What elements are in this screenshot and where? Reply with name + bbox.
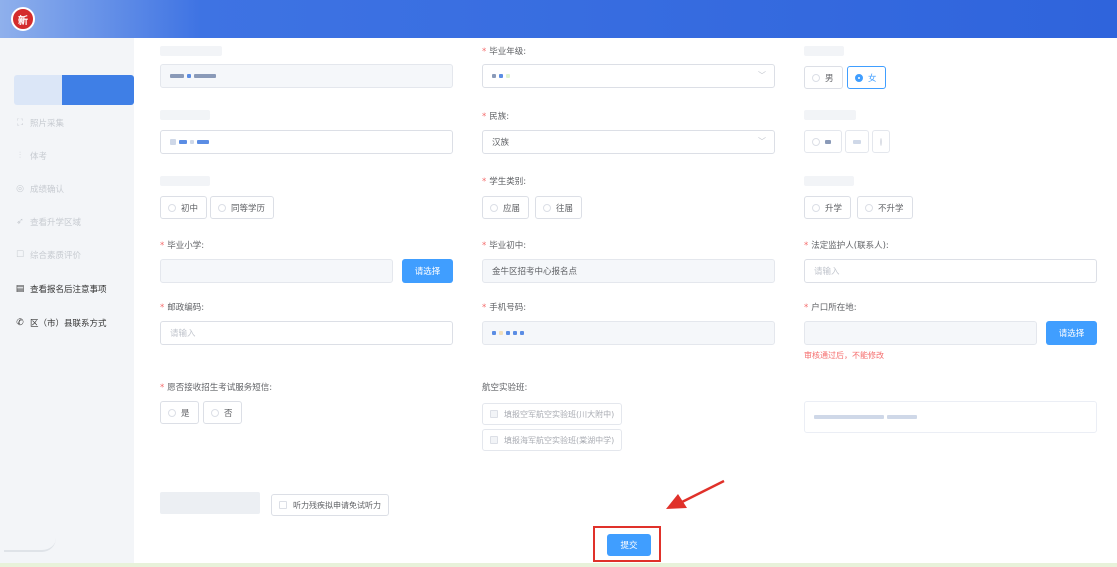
education-junior-radio[interactable]: 初中	[160, 196, 208, 219]
gender-female-radio[interactable]: 女	[847, 66, 886, 89]
postal-code-placeholder: 请输入	[170, 329, 196, 339]
sidebar-item-notice[interactable]: ▤ 查看报名后注意事项	[14, 281, 107, 297]
sidebar-item-label: 查看升学区域	[30, 218, 82, 228]
blurred-label	[160, 110, 210, 120]
document-icon: ▤	[15, 284, 25, 294]
primary-school-label: * 毕业小学:	[160, 241, 205, 251]
guardian-input[interactable]: 请输入	[804, 259, 1097, 283]
phone-label: * 手机号码:	[482, 303, 527, 313]
blurred-label	[804, 110, 856, 120]
blurred-label	[160, 492, 260, 514]
sidebar-item-label: 综合素质评价	[30, 251, 82, 261]
sidebar-scroll-decoration	[4, 538, 56, 552]
primary-school-field	[160, 259, 393, 283]
annotation-arrow	[666, 479, 725, 509]
sidebar-item-region[interactable]: ➶ 查看升学区域	[14, 214, 81, 230]
hearing-exemption-checkbox[interactable]: 听力残疾拟申请免试听力	[271, 494, 389, 516]
aviation-navy-checkbox[interactable]: 填报海军航空实验班(棠湖中学)	[482, 429, 623, 451]
ethnicity-select[interactable]: 汉族 ﹀	[482, 130, 775, 154]
sidebar-item-label: 成绩确认	[30, 185, 65, 195]
hukou-field	[804, 321, 1037, 345]
education-equivalent-radio[interactable]: 同等学历	[210, 196, 275, 219]
sidebar-active-item[interactable]	[14, 75, 134, 105]
hukou-label: * 户口所在地:	[804, 303, 857, 313]
student-type-label: * 学生类别:	[482, 177, 527, 187]
blurred-option[interactable]	[872, 130, 890, 153]
middle-school-value: 金牛区招考中心报名点	[492, 267, 578, 277]
promotion-no-radio[interactable]: 不升学	[857, 196, 913, 219]
id-number-field	[160, 64, 453, 88]
chart-icon: ⫶	[18, 151, 22, 161]
aviation-airforce-checkbox[interactable]: 填报空军航空实验班(川大附中)	[482, 403, 623, 425]
ethnicity-label: * 民族:	[482, 112, 510, 122]
middle-school-label: * 毕业初中:	[482, 241, 527, 251]
submit-button[interactable]: 提交	[607, 534, 651, 556]
postal-code-label: * 邮政编码:	[160, 303, 205, 313]
sidebar-item-label: 区（市）县联系方式	[30, 319, 107, 329]
sidebar-item-evaluation[interactable]: ☐ 综合素质评价	[14, 247, 81, 263]
sidebar-item-photo[interactable]: ⛶ 照片采集	[14, 115, 64, 131]
sms-yes-radio[interactable]: 是	[160, 401, 199, 424]
chevron-down-icon: ﹀	[758, 71, 766, 80]
top-bar: 新	[0, 0, 1117, 38]
sms-no-radio[interactable]: 否	[203, 401, 242, 424]
grade-label: * 毕业年级:	[482, 47, 527, 57]
frame-icon: ⛶	[16, 118, 24, 128]
sidebar-item-label: 照片采集	[30, 119, 65, 129]
hukou-select-button[interactable]: 请选择	[1046, 321, 1097, 345]
blurred-label	[160, 46, 222, 56]
grade-select[interactable]: ﹀	[482, 64, 775, 88]
sidebar-item-score[interactable]: ◎ 成绩确认	[14, 181, 64, 197]
primary-school-select-button[interactable]: 请选择	[402, 259, 453, 283]
square-icon: ☐	[15, 250, 25, 260]
check-circle-icon: ◎	[16, 184, 24, 194]
sidebar-item-contact[interactable]: ✆ 区（市）县联系方式	[14, 315, 107, 331]
logo: 新	[11, 7, 35, 31]
bottom-border	[0, 563, 1117, 567]
blurred-label	[804, 46, 844, 56]
aviation-label: 航空实验班:	[482, 383, 528, 393]
birth-date-picker[interactable]	[160, 130, 453, 154]
phone-field	[482, 321, 775, 345]
blurred-label	[160, 176, 210, 186]
phone-icon: ✆	[16, 318, 24, 328]
sms-label: * 愿否接收招生考试服务短信:	[160, 383, 273, 393]
ethnicity-value: 汉族	[492, 138, 510, 148]
sidebar: ⛶ 照片采集 ⫶ 体考 ◎ 成绩确认 ➶ 查看升学区域 ☐ 综合素质评价 ▤ 查看报名后注意…	[0, 38, 134, 567]
blurred-option[interactable]	[804, 130, 842, 153]
gender-male-radio[interactable]: 男	[804, 66, 843, 89]
chevron-down-icon: ﹀	[758, 137, 766, 146]
send-icon: ➶	[16, 217, 24, 227]
sidebar-item-label: 体考	[30, 152, 48, 162]
sidebar-item-label: 查看报名后注意事项	[30, 285, 107, 295]
blurred-field[interactable]	[804, 401, 1097, 433]
sidebar-item-pe[interactable]: ⫶ 体考	[14, 148, 47, 164]
promotion-yes-radio[interactable]: 升学	[804, 196, 852, 219]
student-type-current-radio[interactable]: 应届	[482, 196, 530, 219]
hukou-warning: 审核通过后，不能修改	[804, 351, 884, 360]
middle-school-field: 金牛区招考中心报名点	[482, 259, 775, 283]
guardian-placeholder: 请输入	[814, 267, 840, 277]
postal-code-input[interactable]: 请输入	[160, 321, 453, 345]
student-type-previous-radio[interactable]: 往届	[535, 196, 583, 219]
blurred-label	[804, 176, 854, 186]
blurred-option[interactable]	[845, 130, 869, 153]
guardian-label: * 法定监护人(联系人):	[804, 241, 889, 251]
